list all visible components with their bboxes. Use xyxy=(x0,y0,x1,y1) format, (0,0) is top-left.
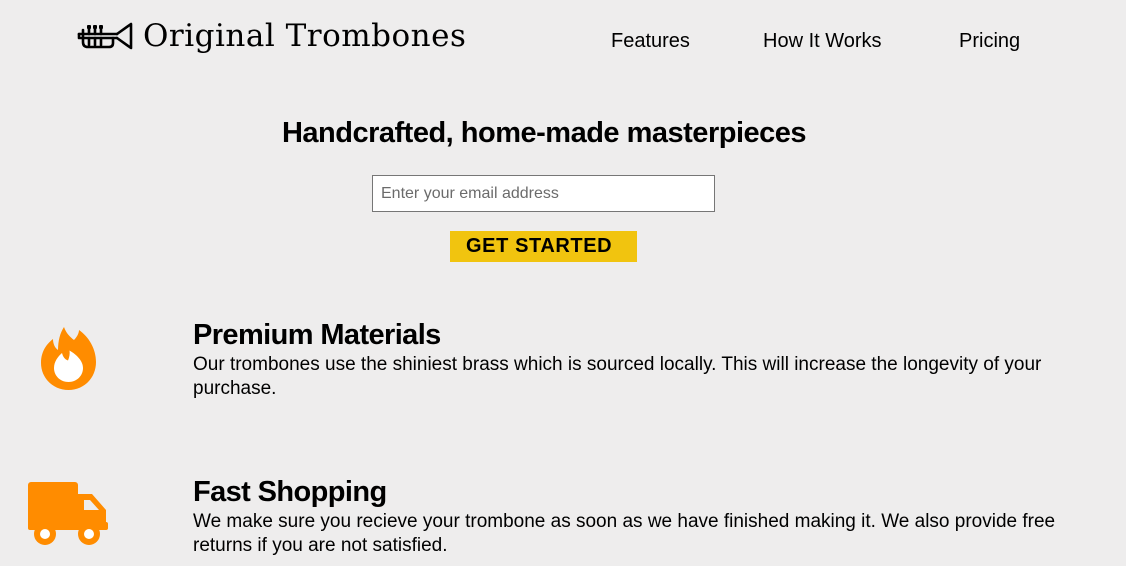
nav-link-how-it-works[interactable]: How It Works xyxy=(763,28,882,54)
landing-page: Original Trombones Features How It Works… xyxy=(0,0,1126,566)
site-header: Original Trombones Features How It Works… xyxy=(0,0,1126,80)
feature-fast-shopping: Fast Shopping We make sure you recieve y… xyxy=(0,472,1126,566)
feature-premium-materials: Premium Materials Our trombones use the … xyxy=(0,315,1126,415)
truck-icon xyxy=(28,482,108,545)
hero-title: Handcrafted, home-made masterpieces xyxy=(281,117,807,149)
email-input[interactable] xyxy=(372,175,715,212)
feature-title: Fast Shopping xyxy=(193,476,387,508)
feature-description: We make sure you recieve your trombone a… xyxy=(193,511,1056,556)
nav-link-features[interactable]: Features xyxy=(611,28,690,54)
get-started-button[interactable]: GET STARTED xyxy=(450,231,637,262)
fire-icon xyxy=(41,327,96,390)
nav-link-pricing[interactable]: Pricing xyxy=(959,28,1020,54)
feature-description: Our trombones use the shiniest brass whi… xyxy=(193,354,1042,399)
main-nav: Features How It Works Pricing xyxy=(0,28,1126,54)
feature-title: Premium Materials xyxy=(193,319,441,351)
